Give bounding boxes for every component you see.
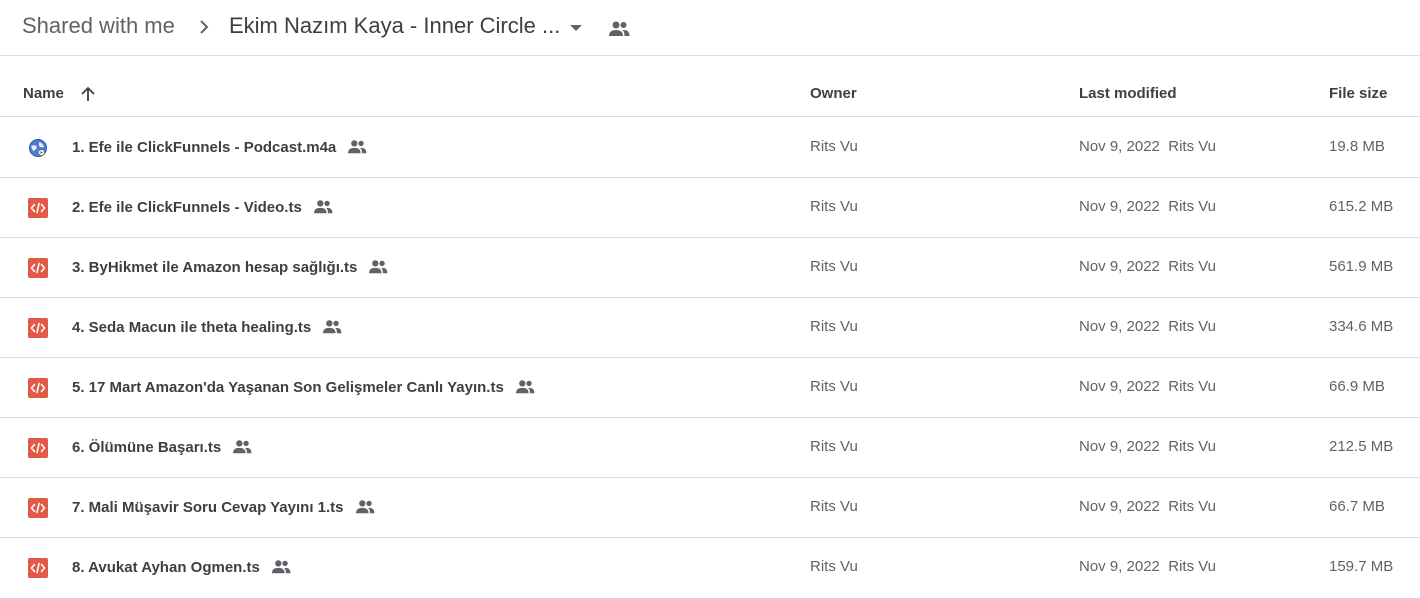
modified-by: Rits Vu (1168, 138, 1217, 155)
table-row[interactable]: 7. Mali Müşavir Soru Cevap Yayını 1.ts R… (0, 478, 1420, 538)
modified-date: Nov 9, 2022 (1079, 558, 1160, 575)
file-size: 212.5 MB (1329, 438, 1394, 455)
shared-people-icon (348, 140, 367, 154)
file-last-modified: Nov 9, 2022 Rits Vu (1079, 378, 1216, 395)
file-size: 561.9 MB (1329, 258, 1394, 275)
file-owner: Rits Vu (810, 438, 858, 455)
file-list: 1. Efe ile ClickFunnels - Podcast.m4a Ri… (0, 118, 1420, 598)
file-last-modified: Nov 9, 2022 Rits Vu (1079, 438, 1216, 455)
caret-down-icon[interactable] (568, 22, 584, 34)
modified-by: Rits Vu (1168, 438, 1217, 455)
globe-audio-icon (29, 139, 47, 157)
modified-date: Nov 9, 2022 (1079, 198, 1160, 215)
file-name-label: 2. Efe ile ClickFunnels - Video.ts (72, 198, 302, 216)
file-size: 66.7 MB (1329, 498, 1385, 515)
modified-by: Rits Vu (1168, 558, 1217, 575)
breadcrumb: Shared with me Ekim Nazım Kaya - Inner C… (0, 0, 1420, 56)
code-file-icon (28, 318, 48, 338)
file-name-label: 8. Avukat Ayhan Ogmen.ts (72, 558, 260, 576)
sort-ascending-arrow-icon[interactable] (78, 84, 98, 104)
file-name-label: 3. ByHikmet ile Amazon hesap sağlığı.ts (72, 258, 358, 276)
table-row[interactable]: 2. Efe ile ClickFunnels - Video.ts Rits … (0, 178, 1420, 238)
file-size: 615.2 MB (1329, 198, 1394, 215)
file-size: 334.6 MB (1329, 318, 1394, 335)
file-name[interactable]: 3. ByHikmet ile Amazon hesap sağlığı.ts (72, 258, 389, 276)
table-header: Name Owner Last modified File size (0, 57, 1420, 117)
breadcrumb-shared-with-me[interactable]: Shared with me (22, 13, 175, 39)
table-row[interactable]: 1. Efe ile ClickFunnels - Podcast.m4a Ri… (0, 118, 1420, 178)
code-file-icon (28, 198, 48, 218)
breadcrumb-current-folder[interactable]: Ekim Nazım Kaya - Inner Circle ... (229, 13, 560, 39)
file-owner: Rits Vu (810, 558, 858, 575)
modified-by: Rits Vu (1168, 378, 1217, 395)
file-last-modified: Nov 9, 2022 Rits Vu (1079, 318, 1216, 335)
file-size: 19.8 MB (1329, 138, 1385, 155)
modified-date: Nov 9, 2022 (1079, 378, 1160, 395)
file-name[interactable]: 2. Efe ile ClickFunnels - Video.ts (72, 198, 334, 216)
shared-people-icon (233, 440, 252, 454)
table-row[interactable]: 5. 17 Mart Amazon'da Yaşanan Son Gelişme… (0, 358, 1420, 418)
file-size: 159.7 MB (1329, 558, 1394, 575)
code-file-icon (28, 378, 48, 398)
code-file-icon (28, 558, 48, 578)
shared-people-icon (369, 260, 388, 274)
file-owner: Rits Vu (810, 318, 858, 335)
column-header-last-modified[interactable]: Last modified (1079, 85, 1177, 102)
shared-people-icon (323, 320, 342, 334)
file-last-modified: Nov 9, 2022 Rits Vu (1079, 138, 1216, 155)
file-owner: Rits Vu (810, 258, 858, 275)
shared-people-icon (515, 380, 535, 394)
file-owner: Rits Vu (810, 198, 858, 215)
file-owner: Rits Vu (810, 378, 858, 395)
modified-date: Nov 9, 2022 (1079, 258, 1160, 275)
chevron-right-icon (200, 20, 209, 34)
file-last-modified: Nov 9, 2022 Rits Vu (1079, 558, 1216, 575)
table-row[interactable]: 8. Avukat Ayhan Ogmen.ts Rits Vu Nov 9, … (0, 538, 1420, 598)
file-last-modified: Nov 9, 2022 Rits Vu (1079, 258, 1216, 275)
file-name-label: 6. Ölümüne Başarı.ts (72, 438, 222, 456)
file-name-label: 5. 17 Mart Amazon'da Yaşanan Son Gelişme… (72, 378, 504, 396)
file-name[interactable]: 6. Ölümüne Başarı.ts (72, 438, 253, 456)
modified-by: Rits Vu (1168, 498, 1217, 515)
file-owner: Rits Vu (810, 138, 858, 155)
table-row[interactable]: 3. ByHikmet ile Amazon hesap sağlığı.ts … (0, 238, 1420, 298)
shared-people-icon (313, 200, 333, 214)
file-name-label: 1. Efe ile ClickFunnels - Podcast.m4a (72, 138, 337, 156)
modified-by: Rits Vu (1168, 258, 1217, 275)
file-name[interactable]: 7. Mali Müşavir Soru Cevap Yayını 1.ts (72, 498, 376, 516)
file-size: 66.9 MB (1329, 378, 1385, 395)
code-file-icon (28, 498, 48, 518)
code-file-icon (28, 258, 48, 278)
shared-people-icon (271, 560, 291, 574)
modified-date: Nov 9, 2022 (1079, 318, 1160, 335)
file-last-modified: Nov 9, 2022 Rits Vu (1079, 498, 1216, 515)
shared-people-icon (609, 21, 630, 36)
column-header-name[interactable]: Name (23, 85, 64, 102)
code-file-icon (28, 438, 48, 458)
file-name[interactable]: 8. Avukat Ayhan Ogmen.ts (72, 558, 292, 576)
column-header-file-size[interactable]: File size (1329, 85, 1387, 102)
file-name[interactable]: 4. Seda Macun ile theta healing.ts (72, 318, 343, 336)
file-name[interactable]: 5. 17 Mart Amazon'da Yaşanan Son Gelişme… (72, 378, 536, 396)
table-row[interactable]: 6. Ölümüne Başarı.ts Rits Vu Nov 9, 2022… (0, 418, 1420, 478)
shared-people-icon (355, 500, 374, 514)
modified-by: Rits Vu (1168, 318, 1217, 335)
file-name-label: 7. Mali Müşavir Soru Cevap Yayını 1.ts (72, 498, 344, 516)
modified-by: Rits Vu (1168, 198, 1217, 215)
file-owner: Rits Vu (810, 498, 858, 515)
file-name[interactable]: 1. Efe ile ClickFunnels - Podcast.m4a (72, 138, 368, 156)
table-row[interactable]: 4. Seda Macun ile theta healing.ts Rits … (0, 298, 1420, 358)
file-name-label: 4. Seda Macun ile theta healing.ts (72, 318, 312, 336)
modified-date: Nov 9, 2022 (1079, 498, 1160, 515)
column-header-owner[interactable]: Owner (810, 85, 857, 102)
modified-date: Nov 9, 2022 (1079, 438, 1160, 455)
file-last-modified: Nov 9, 2022 Rits Vu (1079, 198, 1216, 215)
modified-date: Nov 9, 2022 (1079, 138, 1160, 155)
